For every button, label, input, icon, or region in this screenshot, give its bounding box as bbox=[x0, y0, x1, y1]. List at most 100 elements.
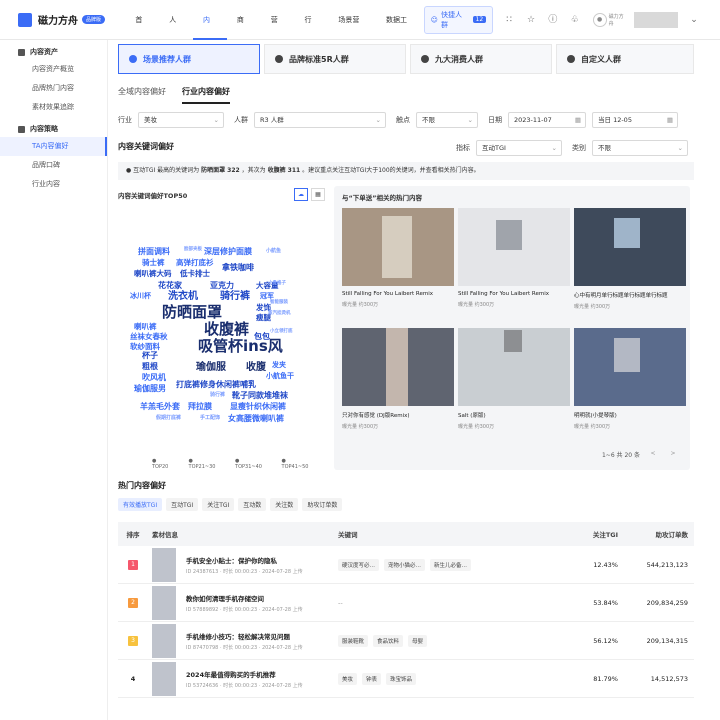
crowd-select[interactable]: R3 人群 ⌄ bbox=[254, 112, 386, 128]
wordcloud-keyword[interactable]: 杯子 bbox=[142, 352, 158, 360]
wordcloud-keyword[interactable]: 女高腰微喇叭裤 bbox=[228, 415, 284, 423]
cloud-view-icon[interactable]: ☁ bbox=[294, 188, 308, 201]
wordcloud-keyword[interactable]: 骑士裤 bbox=[142, 259, 165, 267]
keyword-tag[interactable]: 珠宝饰品 bbox=[386, 672, 417, 685]
bell-icon[interactable]: ♧ bbox=[569, 14, 581, 26]
date-start-input[interactable]: 2023-11-07 ▦ bbox=[508, 112, 586, 128]
chevron-down-icon[interactable]: ⌄ bbox=[688, 14, 700, 26]
wordcloud-keyword[interactable]: 丝袜女春秋 bbox=[130, 333, 168, 341]
hot-content-card[interactable]: Salt (原版) 曝光量 约300万 bbox=[458, 328, 570, 430]
pill-follow-count[interactable]: 关注数 bbox=[270, 498, 299, 511]
sidebar-group-content-assets[interactable]: 内容资产 bbox=[0, 44, 107, 60]
table-row[interactable]: 4 2024年最值得购买的手机推荐 ID 53724636 · 时长 00:00:2… bbox=[118, 660, 694, 698]
chevron-left-icon[interactable]: < bbox=[646, 448, 660, 460]
pill-assist-orders[interactable]: 助攻订单数 bbox=[302, 498, 343, 511]
metric-select[interactable]: 互动TGI ⌄ bbox=[476, 140, 562, 156]
wordcloud-keyword[interactable]: 打底裤修身休闲裤哺乳 bbox=[176, 381, 256, 389]
hot-content-card[interactable]: 明明就(小提琴版) 曝光量 约300万 bbox=[574, 328, 686, 430]
wordcloud-keyword[interactable]: 拜拉膜 bbox=[188, 403, 212, 411]
material-title[interactable]: 手机维修小技巧：轻松解决常见问题 bbox=[186, 631, 303, 641]
wordcloud-keyword[interactable]: 花花家 bbox=[158, 282, 182, 290]
keyword-tag[interactable]: 服装鞋靴 bbox=[338, 634, 369, 647]
nav-scene[interactable]: 场景营销 bbox=[328, 0, 376, 64]
nav-home[interactable]: 首页 bbox=[125, 0, 159, 64]
material-thumbnail[interactable] bbox=[152, 547, 176, 582]
wordcloud-keyword[interactable]: 吹风机 bbox=[142, 374, 166, 382]
wordcloud-keyword[interactable]: 小立领打底 bbox=[270, 329, 293, 335]
keyword-tag[interactable]: 母婴 bbox=[408, 634, 428, 647]
sidebar-item-ta-preference[interactable]: TA内容偏好 bbox=[0, 137, 107, 156]
pill-play-tgi[interactable]: 有效播放TGI bbox=[118, 498, 163, 511]
grid-icon[interactable]: ∷ bbox=[503, 14, 515, 26]
nav-marketing[interactable]: 营销 bbox=[261, 0, 295, 64]
material-thumbnail[interactable] bbox=[152, 585, 176, 620]
wordcloud-keyword[interactable]: 羊羔毛外套 bbox=[140, 403, 180, 411]
pill-follow-tgi[interactable]: 关注TGI bbox=[202, 498, 235, 511]
tab-consumer-crowd[interactable]: 九大消费人群 bbox=[410, 44, 552, 74]
sidebar-item-material-tracking[interactable]: 素材效果追踪 bbox=[0, 98, 107, 117]
keyword-tag[interactable]: 宠物小猫必… bbox=[384, 558, 426, 571]
nav-content[interactable]: 内容 bbox=[193, 0, 227, 64]
wordcloud-keyword[interactable]: 假期打底裤 bbox=[156, 416, 181, 421]
wordcloud-keyword[interactable]: 骑行裤 bbox=[210, 393, 225, 398]
star-icon[interactable]: ☆ bbox=[525, 14, 537, 26]
wordcloud-keyword[interactable]: 收腹裤 bbox=[204, 322, 249, 337]
table-row[interactable]: 2 教你如何清理手机存储空间 ID 57889892 · 时长 00:00:23 ·… bbox=[118, 584, 694, 622]
wordcloud-keyword[interactable]: 冠军 bbox=[260, 293, 274, 300]
hot-content-card[interactable]: Still Falling For You Laibert Remix 曝光量 … bbox=[458, 208, 570, 308]
keyword-tag[interactable]: 硬汉度写必… bbox=[338, 558, 380, 571]
tab-scene-crowd[interactable]: 场景推荐人群 bbox=[118, 44, 260, 74]
keyword-tag[interactable]: 新生儿必备… bbox=[430, 558, 472, 571]
wordcloud-keyword[interactable]: 瑜伽服男 bbox=[134, 385, 166, 393]
table-view-icon[interactable]: ▦ bbox=[311, 188, 325, 201]
tab-global-preference[interactable]: 全域内容偏好 bbox=[118, 84, 166, 104]
material-thumbnail[interactable] bbox=[152, 623, 176, 658]
tab-industry-preference[interactable]: 行业内容偏好 bbox=[182, 84, 230, 104]
wordcloud-keyword[interactable]: 防晒面罩 bbox=[162, 305, 222, 320]
nav-goods[interactable]: 商品 bbox=[227, 0, 261, 64]
col-assist-orders[interactable]: 助攻订单数 bbox=[618, 529, 689, 539]
keyword-tag[interactable]: 食品饮料 bbox=[373, 634, 404, 647]
wordcloud-keyword[interactable]: 瑜伽服 bbox=[196, 363, 226, 373]
wordcloud-keyword[interactable]: 高弹打底衫 bbox=[176, 259, 214, 267]
industry-select[interactable]: 美妆 ⌄ bbox=[138, 112, 224, 128]
tab-custom-crowd[interactable]: 自定义人群 bbox=[556, 44, 694, 74]
wordcloud-keyword[interactable]: 粗根 bbox=[142, 363, 158, 371]
tab-5r-crowd[interactable]: 品牌标准5R人群 bbox=[264, 44, 406, 74]
wordcloud-keyword[interactable]: 智能服装 bbox=[270, 300, 288, 306]
touch-select[interactable]: 不限 ⌄ bbox=[416, 112, 478, 128]
sidebar-item-brand-hot[interactable]: 品牌热门内容 bbox=[0, 79, 107, 98]
wordcloud-keyword[interactable]: 亚克力 bbox=[210, 282, 234, 290]
hot-content-card[interactable]: Still Falling For You Laibert Remix 曝光量 … bbox=[342, 208, 454, 308]
hot-content-card[interactable]: 只对你有感觉 (DJ版Remix) 曝光量 约300万 bbox=[342, 328, 454, 430]
wordcloud-keyword[interactable]: 骑行裤 bbox=[220, 292, 250, 302]
wordcloud-keyword[interactable]: 收腹 bbox=[246, 363, 266, 373]
hot-content-card[interactable]: 心中有明月单行标题单行标题单行标题 曝光量 约300万 bbox=[574, 208, 686, 310]
nav-industry[interactable]: 行业 bbox=[295, 0, 329, 64]
nav-crowd[interactable]: 人群 bbox=[159, 0, 193, 64]
wordcloud-keyword[interactable]: 软纱面料 bbox=[130, 343, 160, 351]
sidebar-group-content-strategy[interactable]: 内容策略 bbox=[0, 121, 107, 137]
avatar[interactable]: ● bbox=[592, 12, 607, 27]
wordcloud-keyword[interactable]: 小航鱼干 bbox=[266, 373, 294, 380]
material-thumbnail[interactable] bbox=[152, 661, 176, 696]
wordcloud-keyword[interactable]: 发夹 bbox=[272, 362, 286, 369]
wordcloud-keyword[interactable]: 喇叭裤 bbox=[134, 323, 157, 331]
pill-interact-count[interactable]: 互动数 bbox=[238, 498, 267, 511]
wordcloud-keyword[interactable]: 喇叭裤大码 bbox=[134, 270, 172, 278]
wordcloud-keyword[interactable]: 吸管杯ins风 bbox=[198, 339, 283, 354]
nav-data-factory[interactable]: 数据工厂 bbox=[376, 0, 424, 64]
wordcloud-keyword[interactable]: 蒸汽挂烫机 bbox=[268, 311, 291, 317]
chevron-right-icon[interactable]: > bbox=[666, 448, 680, 460]
pill-interact-tgi[interactable]: 互动TGI bbox=[166, 498, 199, 511]
material-title[interactable]: 2024年最值得购买的手机推荐 bbox=[186, 669, 303, 679]
table-row[interactable]: 3 手机维修小技巧：轻松解决常见问题 ID 87470798 · 时长 00:00:… bbox=[118, 622, 694, 660]
keyword-tag[interactable]: 钟表 bbox=[362, 672, 382, 685]
wordcloud-keyword[interactable]: 小骨格子 bbox=[268, 281, 286, 287]
wordcloud-keyword[interactable]: 深层修护面膜 bbox=[204, 248, 252, 256]
help-icon[interactable]: ⓘ bbox=[547, 14, 559, 26]
wordcloud-keyword[interactable]: 洗衣机 bbox=[168, 292, 198, 302]
material-title[interactable]: 手机安全小贴士：保护你的隐私 bbox=[186, 555, 303, 565]
sidebar-item-brand-reputation[interactable]: 品牌口碑 bbox=[0, 156, 107, 175]
wordcloud-keyword[interactable]: 拼面调料 bbox=[138, 248, 170, 256]
